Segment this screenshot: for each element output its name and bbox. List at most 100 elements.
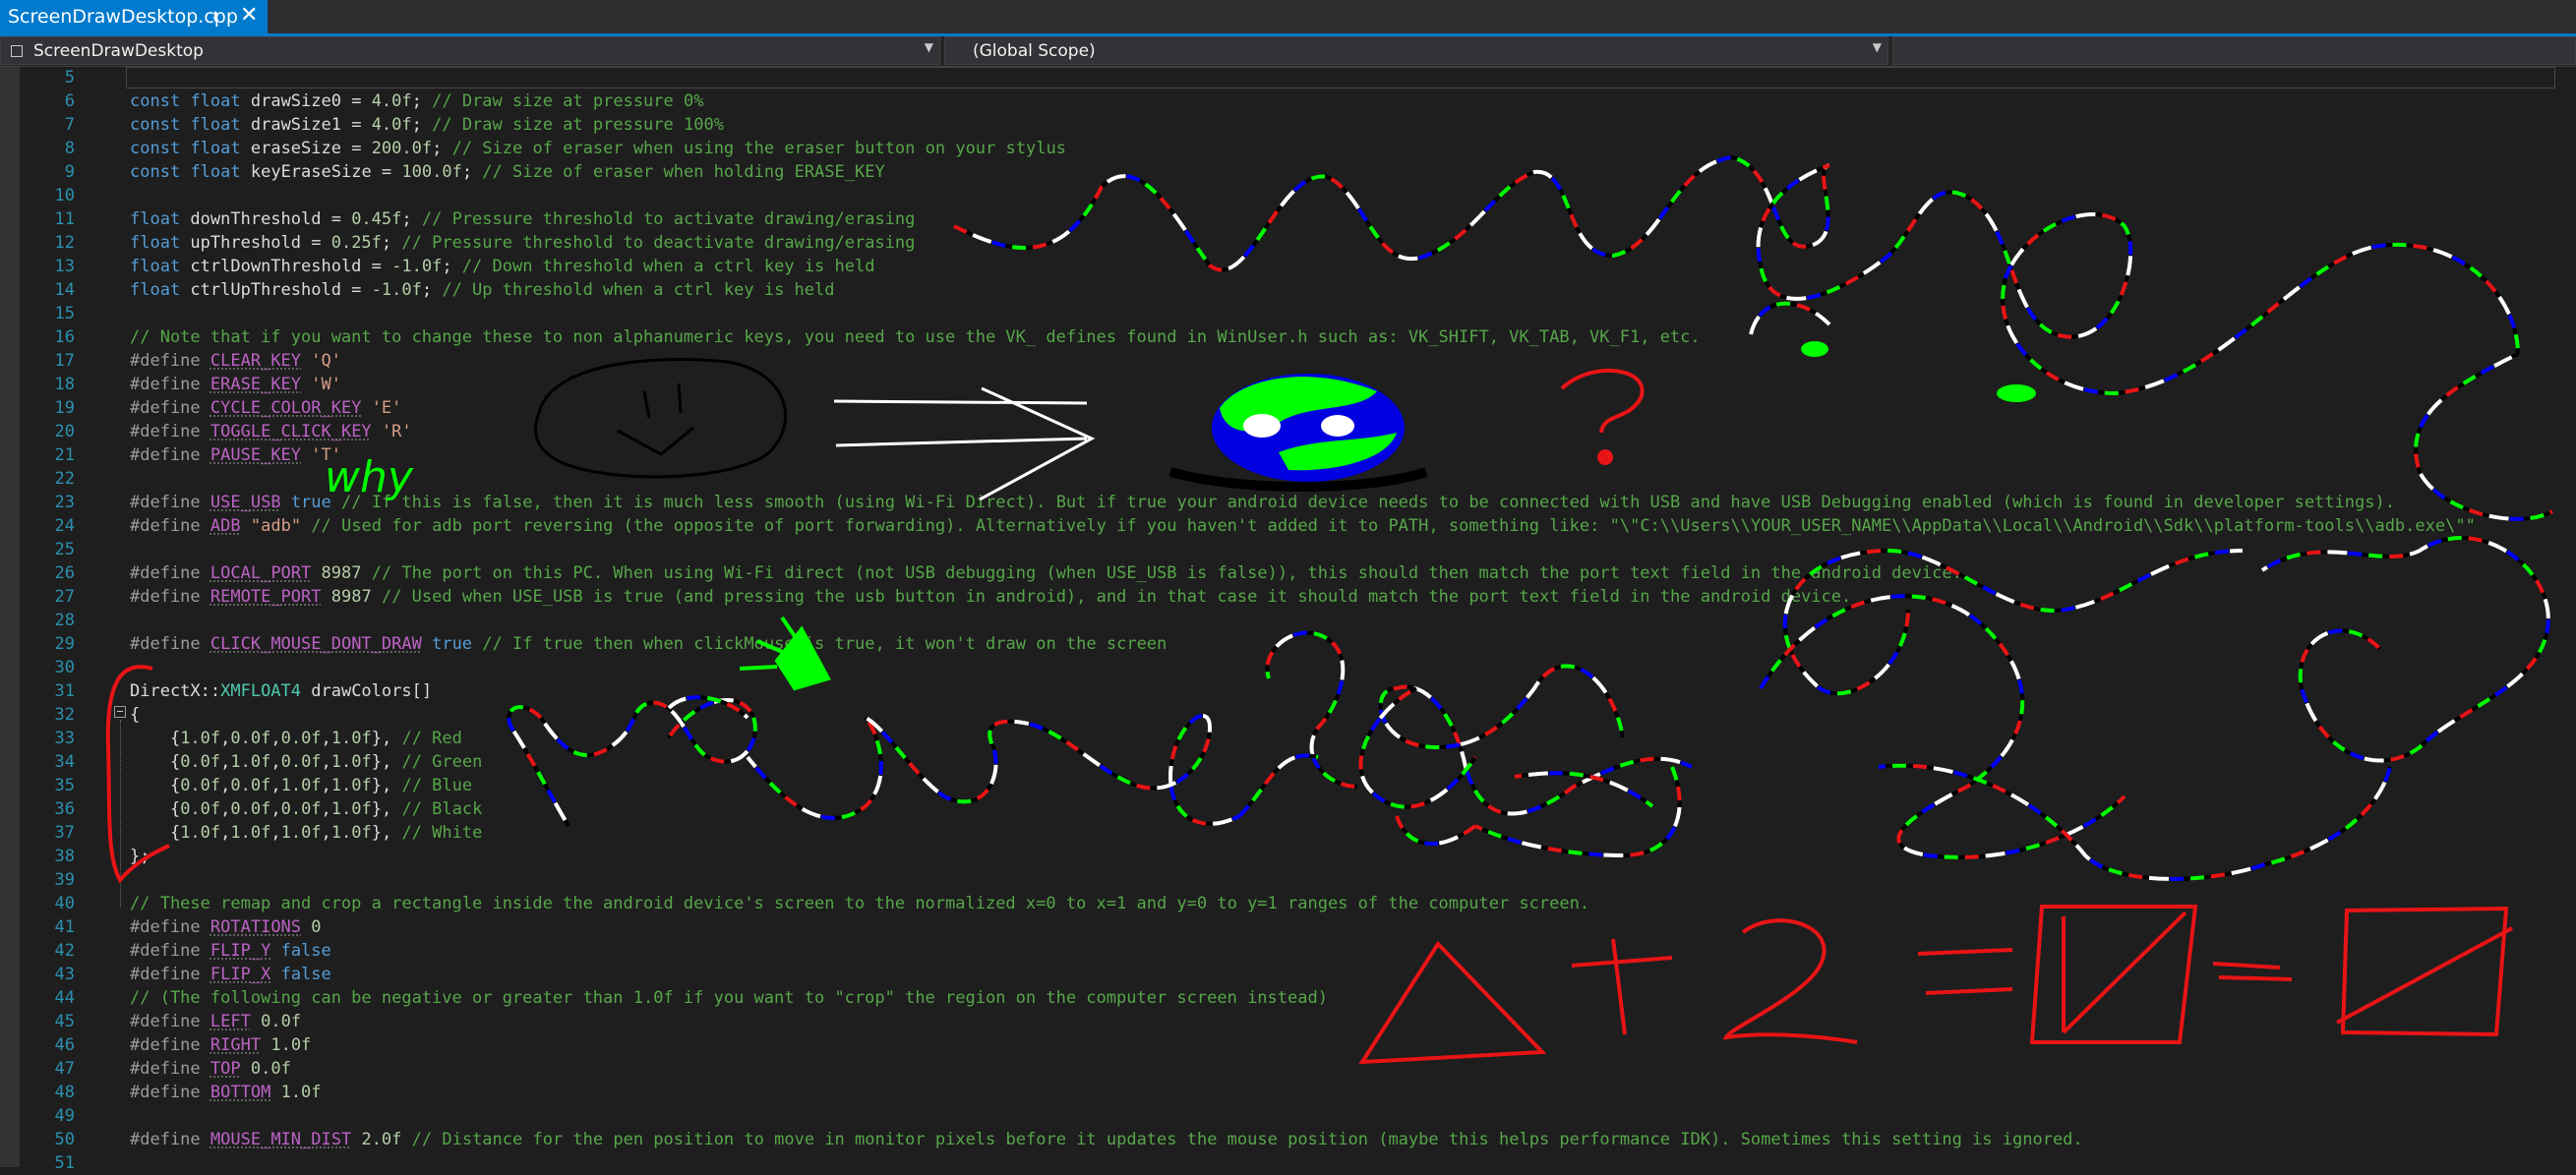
- line-number: 38: [54, 847, 75, 866]
- code-token: ,: [270, 752, 281, 772]
- code-token: // Green: [401, 752, 483, 772]
- code-token: ,: [220, 729, 231, 748]
- code-token: #define: [130, 1083, 201, 1102]
- code-text: const float keyEraseSize = 100.0f; // Si…: [130, 160, 885, 184]
- code-token: PAUSE_KEY: [210, 445, 302, 465]
- line-number: 21: [54, 445, 75, 465]
- code-token: // The port on this PC. When using Wi-Fi…: [371, 563, 1962, 583]
- line-number: 16: [54, 327, 75, 347]
- code-token: -1.0f: [371, 280, 422, 300]
- code-token: MOUSE_MIN_DIST: [210, 1130, 352, 1149]
- code-token: ROTATIONS: [210, 917, 302, 937]
- code-text: #define MOUSE_MIN_DIST 2.0f // Distance …: [130, 1128, 2083, 1151]
- code-token: drawSize0 =: [240, 91, 372, 111]
- code-token: ;: [411, 91, 433, 111]
- code-text: // Note that if you want to change these…: [130, 325, 1701, 349]
- code-editor[interactable]: 5 6 const float drawSize0 = 4.0f; // Draw …: [0, 67, 2576, 1173]
- code-token: // These remap and crop a rectangle insi…: [130, 894, 1590, 913]
- code-token: // Blue: [401, 776, 473, 795]
- code-token: {: [130, 823, 181, 843]
- line-number: 25: [54, 540, 75, 559]
- code-token: float: [190, 91, 241, 111]
- code-text: #define FLIP_Y false: [130, 939, 331, 963]
- project-icon: [11, 45, 23, 57]
- code-text: #define REMOTE_PORT 8987 // Used when US…: [130, 585, 1851, 609]
- code-token: ,: [220, 799, 231, 819]
- code-token: ERASE_KEY: [210, 375, 302, 394]
- code-text: #define ADB "adb" // Used for adb port r…: [130, 514, 2476, 538]
- fold-guide: [120, 720, 121, 907]
- code-token: "adb": [250, 516, 302, 536]
- code-token: BOTTOM: [210, 1083, 271, 1102]
- code-token: ,: [321, 799, 331, 819]
- code-text: #define PAUSE_KEY 'T': [130, 443, 341, 467]
- code-token: 0.0f: [230, 776, 271, 795]
- code-token: #define: [130, 1035, 201, 1055]
- code-token: float: [190, 115, 241, 135]
- code-text: {1.0f,0.0f,0.0f,1.0f}, // Red: [130, 727, 462, 750]
- member-dropdown[interactable]: [1892, 36, 2576, 65]
- scope-dropdown[interactable]: (Global Scope) ▼: [944, 36, 1888, 65]
- code-token: false: [280, 941, 331, 961]
- line-number: 37: [54, 823, 75, 843]
- code-token: 200.0f: [371, 139, 433, 158]
- project-dropdown[interactable]: ScreenDrawDesktop ▼: [0, 36, 940, 65]
- line-number: 10: [54, 186, 75, 206]
- close-icon[interactable]: ✕: [240, 3, 258, 28]
- line-number: 41: [54, 917, 75, 937]
- tab-screendrawdesktop[interactable]: ScreenDrawDesktop.cpp ⭻ ✕: [0, 0, 268, 33]
- code-text: #define TOP 0.0f: [130, 1057, 291, 1081]
- code-token: #define: [130, 634, 201, 654]
- code-text: {1.0f,1.0f,1.0f,1.0f}, // White: [130, 821, 482, 845]
- code-token: ADB: [210, 516, 241, 536]
- code-token: #define: [130, 375, 201, 394]
- code-token: // If this is false, then it is much les…: [341, 493, 2395, 512]
- code-token: float: [190, 139, 241, 158]
- line-number: 44: [54, 988, 75, 1008]
- code-token: CLICK_MOUSE_DONT_DRAW: [210, 634, 422, 654]
- line-number: 15: [54, 304, 75, 323]
- chevron-down-icon: ▼: [924, 40, 933, 54]
- code-token: ;: [401, 209, 422, 229]
- line-number: 47: [54, 1059, 75, 1079]
- code-token: #define: [130, 941, 201, 961]
- code-token: LEFT: [210, 1012, 251, 1031]
- code-token: ,: [270, 799, 281, 819]
- line-number: 42: [54, 941, 75, 961]
- code-text: #define USE_USB true // If this is false…: [130, 491, 2395, 514]
- code-token: },: [371, 799, 402, 819]
- code-token: // Distance for the pen position to move…: [411, 1130, 2083, 1149]
- line-number: 9: [64, 162, 75, 182]
- code-token: 8987: [330, 587, 372, 607]
- fold-collapse-icon[interactable]: [114, 706, 126, 718]
- code-token: ctrlUpThreshold =: [180, 280, 372, 300]
- code-text: {0.0f,0.0f,0.0f,1.0f}, // Black: [130, 797, 482, 821]
- code-text: DirectX::XMFLOAT4 drawColors[]: [130, 679, 432, 703]
- code-token: {: [130, 705, 141, 725]
- code-token: drawSize1 =: [240, 115, 372, 135]
- code-token: 100.0f: [401, 162, 462, 182]
- code-text: #define CYCLE_COLOR_KEY 'E': [130, 396, 401, 420]
- code-text: #define LOCAL_PORT 8987 // The port on t…: [130, 561, 1962, 585]
- code-text: // (The following can be negative or gre…: [130, 986, 1328, 1010]
- code-token: 'T': [311, 445, 341, 465]
- code-token: 0.0f: [280, 729, 322, 748]
- code-token: float: [190, 162, 241, 182]
- line-number: 34: [54, 752, 75, 772]
- code-token: 0.0f: [261, 1012, 302, 1031]
- pin-icon[interactable]: ⭻: [212, 6, 218, 32]
- code-token: 0.0f: [280, 799, 322, 819]
